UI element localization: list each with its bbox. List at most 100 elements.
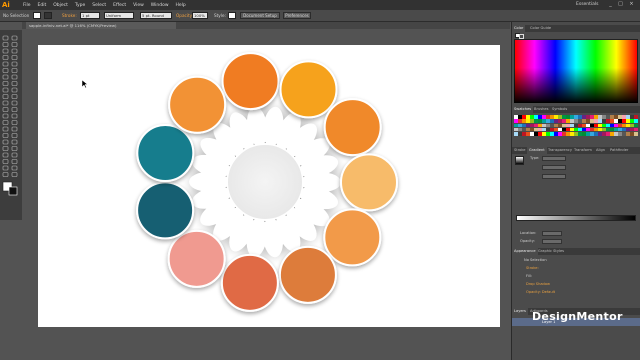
close-button[interactable]: × (627, 1, 636, 8)
tool-button-icon[interactable] (11, 87, 18, 93)
tool-button-icon[interactable] (11, 152, 18, 158)
tool-button-icon[interactable] (11, 61, 18, 67)
tool-button-icon[interactable] (11, 100, 18, 106)
outer-circle[interactable] (136, 181, 195, 240)
tool-button-icon[interactable] (11, 55, 18, 60)
tool-button-icon[interactable] (11, 42, 18, 47)
outer-circle[interactable] (279, 60, 338, 119)
outer-circle[interactable] (220, 253, 279, 312)
stroke-chip-icon[interactable] (8, 186, 18, 196)
tool-button-icon[interactable] (2, 81, 9, 86)
outer-circle[interactable] (323, 98, 382, 157)
artboard[interactable] (38, 45, 500, 327)
tab-pathfinder[interactable]: Pathfinder (608, 147, 630, 154)
tool-button-icon[interactable] (11, 120, 18, 125)
menu-window[interactable]: Window (151, 3, 169, 8)
stroke-profile-select[interactable]: Uniform (104, 12, 134, 19)
opacity-label[interactable]: Opacity: (176, 13, 193, 18)
tab-transform[interactable]: Transform (572, 147, 594, 154)
tab-gradient[interactable]: Gradient (527, 147, 547, 154)
tab-appearance[interactable]: Appearance (512, 248, 538, 255)
tool-button-icon[interactable] (11, 68, 18, 73)
tool-button-icon[interactable] (11, 74, 18, 80)
menu-help[interactable]: Help (176, 3, 186, 8)
tool-button-icon[interactable] (11, 139, 18, 145)
tool-button-icon[interactable] (2, 94, 9, 99)
tool-button-icon[interactable] (2, 133, 9, 138)
gradient-slider[interactable] (516, 215, 636, 221)
gradient-aspect-field[interactable] (542, 174, 566, 179)
tool-button-icon[interactable] (2, 61, 9, 67)
outer-circle[interactable] (339, 153, 398, 212)
preferences-button[interactable]: Preferences (283, 12, 311, 19)
appearance-fill[interactable]: Fill: (526, 273, 532, 279)
tool-button-icon[interactable] (2, 74, 9, 80)
tool-button-icon[interactable] (2, 48, 9, 54)
maximize-button[interactable]: □ (616, 1, 625, 8)
tab-layers[interactable]: Layers (512, 308, 528, 315)
gradient-thumbnail[interactable] (515, 156, 524, 165)
swatch-grid[interactable] (514, 115, 638, 137)
appearance-stroke[interactable]: Stroke: (526, 265, 539, 271)
fill-swatch[interactable] (33, 12, 41, 19)
tool-button-icon[interactable] (11, 172, 18, 177)
menu-type[interactable]: Type (75, 3, 85, 8)
outer-circle[interactable] (167, 229, 226, 288)
outer-circle[interactable] (323, 208, 382, 267)
swatch-chip[interactable] (634, 119, 638, 123)
tab-graphic-styles[interactable]: Graphic Styles (536, 248, 566, 255)
opacity-field[interactable]: 100% (192, 12, 208, 19)
tool-button-icon[interactable] (2, 139, 9, 145)
appearance-drop-shadow[interactable]: Drop Shadow (526, 281, 550, 287)
tool-button-icon[interactable] (2, 159, 9, 164)
gradient-angle-field[interactable] (542, 165, 566, 170)
tab-align[interactable]: Align (594, 147, 607, 154)
tool-button-icon[interactable] (2, 100, 9, 106)
stroke-weight-field[interactable]: 1 pt (80, 12, 100, 19)
tool-button-icon[interactable] (2, 55, 9, 60)
tool-button-icon[interactable] (11, 81, 18, 86)
tab-symbols[interactable]: Symbols (550, 106, 569, 113)
brush-select[interactable]: 5 pt. Round (140, 12, 172, 19)
workspace-switcher[interactable]: Essentials (576, 2, 599, 7)
gradient-location-field[interactable] (542, 231, 562, 236)
outer-circle[interactable] (278, 245, 337, 304)
gradient-opacity-field[interactable] (542, 239, 562, 244)
tool-button-icon[interactable] (2, 68, 9, 73)
tool-button-icon[interactable] (2, 113, 9, 119)
minimize-button[interactable]: _ (606, 1, 615, 8)
swatch-chip[interactable] (634, 127, 638, 132)
outer-circle[interactable] (168, 75, 227, 134)
tool-button-icon[interactable] (11, 146, 18, 151)
swatch-chip[interactable] (634, 123, 638, 128)
tool-button-icon[interactable] (2, 120, 9, 125)
menu-edit[interactable]: Edit (38, 3, 47, 8)
tab-color-guide[interactable]: Color Guide (528, 25, 553, 32)
style-swatch[interactable] (228, 12, 236, 19)
swatch-chip[interactable] (634, 132, 638, 136)
tool-button-icon[interactable] (11, 113, 18, 119)
menu-file[interactable]: File (23, 3, 31, 8)
stroke-label[interactable]: Stroke: (62, 13, 77, 18)
tool-button-icon[interactable] (11, 48, 18, 54)
tab-swatches[interactable]: Swatches (512, 106, 534, 113)
menu-object[interactable]: Object (53, 3, 68, 8)
menu-select[interactable]: Select (92, 3, 106, 8)
outer-circle[interactable] (221, 52, 280, 111)
tool-button-icon[interactable] (2, 146, 9, 151)
appearance-opacity[interactable]: Opacity: Default (526, 289, 555, 295)
swatch-chip[interactable] (634, 115, 638, 119)
center-circle[interactable] (226, 143, 304, 221)
outer-circle[interactable] (136, 123, 195, 182)
tool-button-icon[interactable] (2, 42, 9, 47)
tool-button-icon[interactable] (11, 94, 18, 99)
document-setup-button[interactable]: Document Setup (240, 12, 280, 19)
tab-stroke[interactable]: Stroke (512, 147, 527, 154)
document-tab[interactable]: sapple-infiniv-net.ai* @ 116% (CMYK/Prev… (26, 22, 176, 29)
menu-view[interactable]: View (133, 3, 144, 8)
tool-button-icon[interactable] (2, 126, 9, 132)
tool-button-icon[interactable] (11, 126, 18, 132)
tool-button-icon[interactable] (2, 35, 9, 41)
tab-color[interactable]: Color (512, 25, 526, 32)
tool-button-icon[interactable] (11, 35, 18, 41)
